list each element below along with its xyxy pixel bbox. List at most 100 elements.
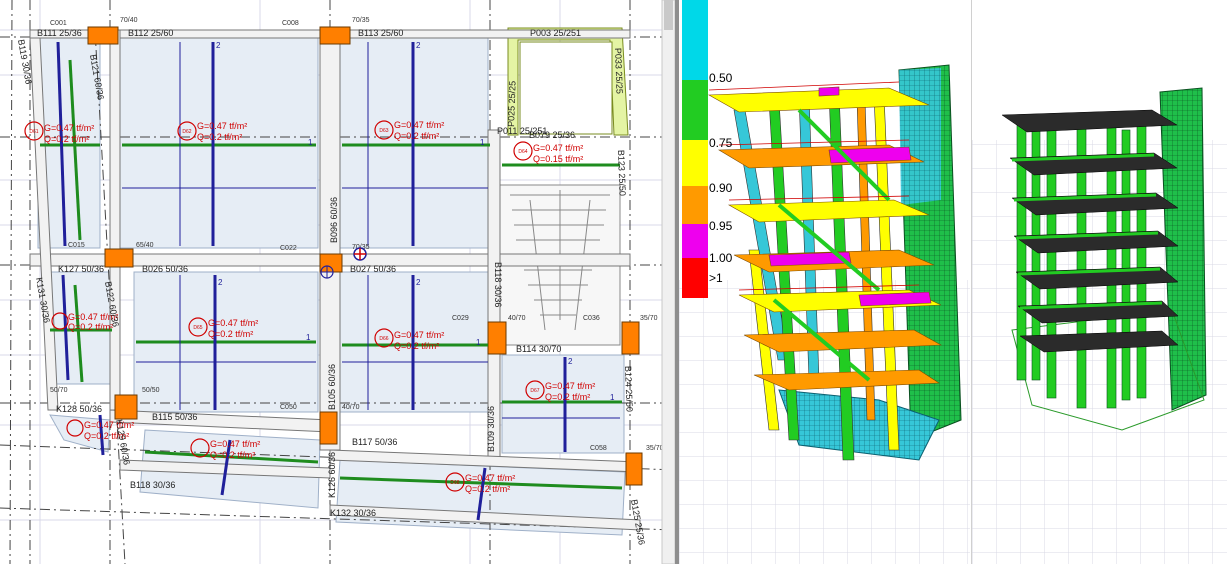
beam-label: B079 25/36	[529, 130, 575, 140]
column-label: C015	[68, 242, 85, 249]
column[interactable]	[104, 248, 134, 268]
plan-canvas[interactable]: G=0.47 tf/m² Q=0.2 tf/m² G=0.47 tf/m² Q=…	[0, 0, 675, 564]
dead-load-text: G=0.47 tf/m²	[197, 121, 247, 131]
svg-text:35/70: 35/70	[646, 445, 664, 452]
3d-ratio-canvas[interactable]: 0.50 0.75 0.90 0.95 1.00 >1	[679, 0, 970, 564]
dead-load-text: G=0.47 tf/m²	[465, 473, 515, 483]
column[interactable]	[319, 26, 351, 45]
svg-text:35/70: 35/70	[640, 315, 658, 322]
column-label: C036	[583, 315, 600, 322]
svg-text:1: 1	[308, 138, 313, 147]
svg-text:50/50: 50/50	[142, 387, 160, 394]
3d-model-view[interactable]	[971, 0, 1227, 564]
column-label: C008	[282, 20, 299, 27]
svg-text:1: 1	[306, 333, 311, 342]
beam-label: B117 50/36	[352, 437, 397, 447]
svg-text:D66: D66	[379, 336, 388, 342]
beam-label: B118 30/36	[493, 262, 503, 307]
svg-text:D63: D63	[379, 128, 388, 134]
live-load-text: Q=0.15 tf/m²	[533, 154, 583, 164]
live-load-text: Q=0.2 tf/m²	[545, 392, 590, 402]
3d-ratio-view[interactable]: 0.50 0.75 0.90 0.95 1.00 >1	[679, 0, 970, 564]
beam-label: P025 25/25	[506, 81, 518, 127]
beam-label: B115 50/36	[152, 412, 197, 422]
beam-label: B096 60/36	[329, 197, 339, 243]
dead-load-text: G=0.47 tf/m²	[545, 381, 595, 391]
live-load-text: Q=0.2 tf/m²	[208, 329, 253, 339]
svg-text:D65: D65	[193, 325, 202, 331]
svg-text:D62: D62	[182, 129, 191, 135]
svg-text:2: 2	[416, 41, 421, 50]
live-load-text: Q=0.2 tf/m²	[197, 132, 242, 142]
column[interactable]	[114, 394, 138, 420]
svg-text:1: 1	[476, 338, 481, 347]
column-label: C029	[452, 315, 469, 322]
live-load-text: Q=0.2 tf/m²	[465, 484, 510, 494]
column-label: C050	[280, 404, 297, 411]
live-load-text: Q=0.2 tf/m²	[44, 134, 89, 144]
column[interactable]	[319, 411, 338, 445]
dead-load-text: G=0.47 tf/m²	[394, 330, 444, 340]
legend-value: 0.95	[709, 219, 733, 233]
beam-label: B111 25/36	[37, 28, 82, 38]
column[interactable]	[621, 321, 640, 355]
beam-label: B113 25/60	[358, 28, 403, 38]
dead-load-text: G=0.47 tf/m²	[533, 143, 583, 153]
slab-panel[interactable]	[501, 354, 625, 454]
slab-panel[interactable]	[117, 37, 319, 249]
dead-load-text: G=0.47 tf/m²	[394, 120, 444, 130]
beam-label: K128 50/36	[56, 404, 102, 414]
legend-value: 1.00	[709, 251, 733, 265]
svg-text:2: 2	[416, 278, 421, 287]
plan-scrollbar[interactable]	[661, 0, 675, 564]
column-label: C058	[590, 445, 607, 452]
live-load-text: Q=0.2 tf/m²	[394, 341, 439, 351]
column-label: C022	[280, 245, 297, 252]
beam-label: K132 30/36	[330, 508, 376, 518]
live-load-text: Q=0.2 tf/m²	[394, 131, 439, 141]
svg-text:50/70: 50/70	[50, 387, 68, 394]
svg-text:D67: D67	[530, 388, 539, 394]
column[interactable]	[87, 26, 119, 45]
svg-text:D68: D68	[450, 480, 459, 486]
legend-value: >1	[709, 271, 723, 285]
3d-model-canvas[interactable]	[972, 0, 1227, 564]
svg-text:2: 2	[218, 278, 223, 287]
dead-load-text: G=0.47 tf/m²	[44, 123, 94, 133]
svg-text:70/40: 70/40	[120, 17, 138, 24]
svg-text:65/40: 65/40	[136, 242, 154, 249]
column[interactable]	[487, 321, 507, 355]
svg-text:2: 2	[568, 357, 573, 366]
beam-label: B105 60/36	[327, 364, 337, 410]
column[interactable]	[625, 452, 643, 486]
beam-label: B118 30/36	[130, 480, 175, 490]
beam-label: B123 25/50	[616, 150, 628, 196]
stair-frame	[507, 27, 629, 136]
legend-value: 0.50	[709, 71, 733, 85]
dead-load-text: G=0.47 tf/m²	[84, 420, 134, 430]
svg-text:D61: D61	[29, 129, 38, 135]
svg-text:1: 1	[480, 138, 485, 147]
column-label: C001	[50, 20, 67, 27]
svg-text:D64: D64	[518, 149, 527, 155]
svg-text:1: 1	[610, 393, 615, 402]
beam-label: K127 50/36	[58, 264, 104, 274]
beam-label: B026 50/36	[142, 264, 188, 274]
plan-view[interactable]: G=0.47 tf/m² Q=0.2 tf/m² G=0.47 tf/m² Q=…	[0, 0, 675, 564]
svg-text:40/70: 40/70	[508, 315, 526, 322]
beam-label: B109 30/36	[486, 406, 496, 452]
ratio-legend: 0.50 0.75 0.90 0.95 1.00 >1	[682, 0, 733, 298]
plan-scrollbar-thumb[interactable]	[664, 0, 673, 30]
column[interactable]	[319, 253, 343, 273]
beam-label: B112 25/60	[128, 28, 173, 38]
svg-text:70/35: 70/35	[352, 17, 370, 24]
legend-value: 0.90	[709, 181, 733, 195]
svg-text:40/70: 40/70	[342, 404, 360, 411]
beam-label: P003 25/251	[530, 28, 581, 38]
svg-text:2: 2	[216, 41, 221, 50]
shear-wall-upper	[899, 68, 941, 205]
beam-label: B114 30/70	[516, 344, 561, 354]
live-load-text: Q=0.2 tf/m²	[210, 450, 255, 460]
beam-label: B124 25/50	[623, 366, 635, 412]
beam-label: P033 25/25	[613, 48, 625, 94]
